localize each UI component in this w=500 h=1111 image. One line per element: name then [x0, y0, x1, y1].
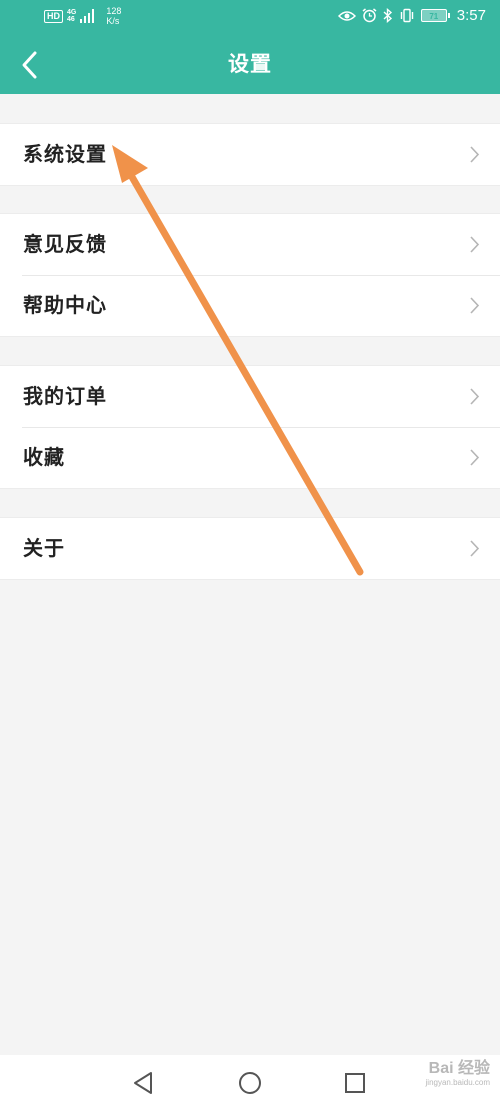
bluetooth-icon — [383, 8, 392, 23]
menu-item-system-settings[interactable]: 系统设置 — [0, 124, 500, 185]
status-bar: HD 4G 46 128 K/s 71 3:57 — [0, 0, 500, 35]
chevron-right-icon — [470, 449, 480, 466]
page-title: 设置 — [228, 52, 272, 76]
menu-item-about[interactable]: 关于 — [0, 518, 500, 579]
hd-badge: HD — [44, 9, 63, 23]
settings-group-2: 意见反馈 帮助中心 — [0, 213, 500, 337]
battery-icon: 71 — [420, 9, 450, 22]
watermark: Bai 经验 jingyan.baidu.com — [426, 1060, 490, 1088]
network-type: 4G 46 — [67, 9, 76, 23]
watermark-text: Bai 经验 — [428, 1060, 490, 1077]
network-type-top: 4G — [67, 9, 77, 16]
network-speed-unit: K/s — [106, 16, 120, 26]
menu-item-favorites[interactable]: 收藏 — [0, 427, 500, 488]
vibrate-icon — [400, 8, 413, 23]
settings-group-3: 我的订单 收藏 — [0, 365, 500, 489]
watermark-subtext: jingyan.baidu.com — [425, 1078, 490, 1087]
eye-icon — [337, 10, 356, 21]
back-button[interactable] — [12, 47, 48, 83]
menu-item-my-orders[interactable]: 我的订单 — [0, 366, 500, 427]
menu-item-label: 帮助中心 — [23, 293, 107, 317]
menu-item-label: 关于 — [23, 536, 65, 560]
alarm-icon — [362, 8, 377, 23]
menu-item-label: 收藏 — [23, 445, 65, 469]
nav-back-button[interactable] — [129, 1069, 157, 1097]
chevron-right-icon — [470, 236, 480, 253]
menu-item-help-center[interactable]: 帮助中心 — [0, 275, 500, 336]
menu-item-label: 我的订单 — [23, 384, 107, 408]
circle-home-icon — [239, 1072, 261, 1094]
square-recent-icon — [345, 1073, 365, 1093]
menu-item-label: 系统设置 — [23, 142, 107, 166]
status-right: 71 3:57 — [337, 7, 486, 24]
menu-item-label: 意见反馈 — [23, 232, 107, 256]
status-left: HD 4G 46 128 K/s — [44, 6, 121, 26]
chevron-right-icon — [470, 297, 480, 314]
network-type-bottom: 46 — [67, 16, 75, 23]
app-header: 设置 — [0, 35, 500, 94]
signal-icon — [80, 9, 95, 23]
nav-recent-button[interactable] — [341, 1069, 369, 1097]
network-speed-value: 128 — [106, 6, 122, 16]
status-time: 3:57 — [456, 7, 486, 24]
settings-group-1: 系统设置 — [0, 123, 500, 186]
nav-home-button[interactable] — [236, 1069, 264, 1097]
chevron-right-icon — [470, 146, 480, 163]
chevron-right-icon — [470, 540, 480, 557]
network-speed: 128 K/s — [106, 6, 121, 26]
settings-group-4: 关于 — [0, 517, 500, 580]
chevron-right-icon — [470, 388, 480, 405]
menu-item-feedback[interactable]: 意见反馈 — [0, 214, 500, 275]
triangle-back-icon — [134, 1072, 152, 1094]
chevron-left-icon — [22, 51, 37, 79]
